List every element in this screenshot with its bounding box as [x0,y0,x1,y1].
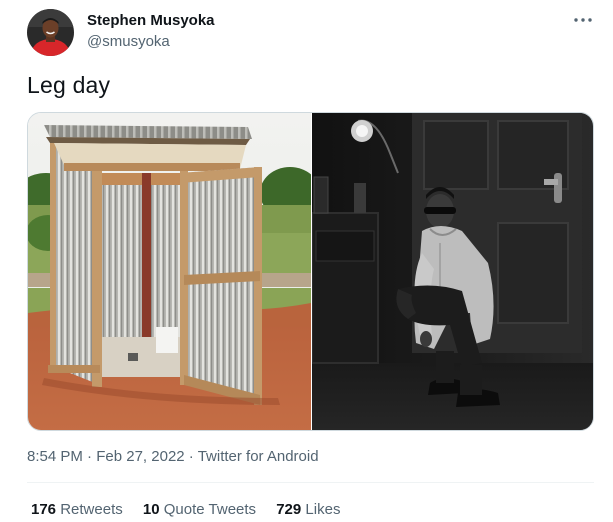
divider [27,482,594,483]
tweet-source[interactable]: Twitter for Android [198,448,319,465]
tweet-meta: 8:54 PM · Feb 27, 2022 · Twitter for And… [27,448,319,465]
media-photo-outhouse[interactable] [28,113,320,430]
more-options-button[interactable] [570,10,596,30]
tweet-text: Leg day [27,72,111,98]
quote-tweets-label: Quote Tweets [163,501,257,518]
meta-separator: · [82,448,97,465]
author-name[interactable]: Stephen Musyoka [87,12,215,29]
avatar[interactable] [27,9,74,56]
likes-count: 729 [276,501,302,518]
retweets-label: Retweets [60,501,123,518]
tweet: Stephen Musyoka @smusyoka Leg day 8:54 P… [0,0,613,522]
media-photo-squatting-man[interactable] [311,113,593,430]
retweets-stat[interactable]: 176 Retweets [31,501,123,518]
tweet-stats: 176 Retweets 10 Quote Tweets 729 Likes [31,501,356,518]
more-horizontal-icon [574,18,592,22]
likes-stat[interactable]: 729 Likes [276,501,340,518]
media-grid [27,112,594,431]
tweet-time[interactable]: 8:54 PM [27,448,83,465]
retweets-count: 176 [31,501,57,518]
meta-separator: · [184,448,198,465]
quote-tweets-stat[interactable]: 10 Quote Tweets [143,501,256,518]
likes-label: Likes [305,501,341,518]
author-handle[interactable]: @smusyoka [87,33,170,50]
tweet-date[interactable]: Feb 27, 2022 [96,448,184,465]
outhouse-photo [28,113,320,430]
squatting-man-photo [311,113,593,430]
quote-tweets-count: 10 [142,501,160,518]
avatar-image [27,9,74,56]
